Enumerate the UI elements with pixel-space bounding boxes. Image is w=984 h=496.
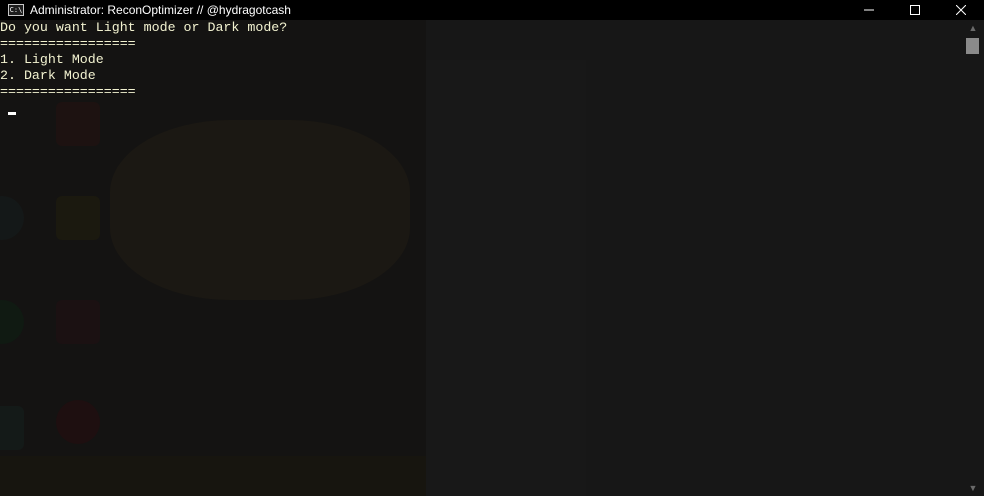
maximize-button[interactable] xyxy=(892,0,938,20)
console-line-prompt: Do you want Light mode or Dark mode? xyxy=(0,20,288,35)
close-button[interactable] xyxy=(938,0,984,20)
window-controls xyxy=(846,0,984,20)
maximize-icon xyxy=(910,5,920,15)
scroll-up-arrow-icon[interactable]: ▲ xyxy=(962,20,984,36)
console-line-option-dark: 2. Dark Mode xyxy=(0,68,96,83)
minimize-button[interactable] xyxy=(846,0,892,20)
console-line-separator: ================= xyxy=(0,36,136,51)
scroll-down-arrow-icon[interactable]: ▼ xyxy=(962,480,984,496)
text-cursor xyxy=(8,112,16,115)
console-line-option-light: 1. Light Mode xyxy=(0,52,104,67)
window-title: Administrator: ReconOptimizer // @hydrag… xyxy=(30,3,291,17)
cmd-icon: C:\ xyxy=(8,4,24,16)
title-bar[interactable]: C:\ Administrator: ReconOptimizer // @hy… xyxy=(0,0,984,20)
console-line-separator: ================= xyxy=(0,84,136,99)
scroll-thumb[interactable] xyxy=(966,38,979,54)
minimize-icon xyxy=(864,9,874,11)
close-icon xyxy=(956,5,966,15)
vertical-scrollbar[interactable]: ▲ ▼ xyxy=(962,20,984,496)
console-output[interactable]: Do you want Light mode or Dark mode? ===… xyxy=(0,20,962,496)
